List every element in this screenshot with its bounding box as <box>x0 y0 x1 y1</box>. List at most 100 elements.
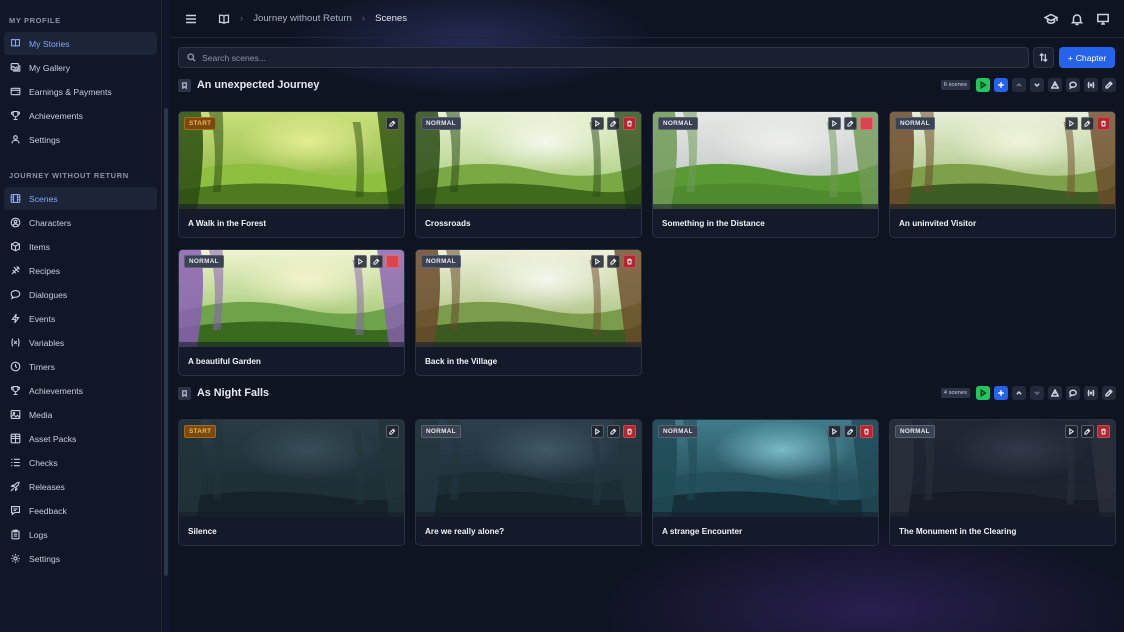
sidebar-item-items[interactable]: Items <box>4 235 157 258</box>
edit-scene-button[interactable] <box>607 425 620 438</box>
delete-scene-button[interactable] <box>860 425 873 438</box>
bookmark-icon[interactable] <box>178 386 191 400</box>
play-scene-button[interactable] <box>591 255 604 268</box>
breadcrumb-story[interactable]: Journey without Return <box>253 13 352 24</box>
scene-card[interactable]: NORMAL A strange Encounter <box>652 419 879 546</box>
sidebar-item-logs[interactable]: Logs <box>4 523 157 546</box>
play-scene-button[interactable] <box>591 117 604 130</box>
sidebar-item-events[interactable]: Events <box>4 307 157 330</box>
chevron-up-icon <box>1016 390 1022 395</box>
play-scene-button[interactable] <box>1065 425 1078 438</box>
sidebar-item-settings[interactable]: Settings <box>4 547 157 570</box>
variables-button[interactable] <box>1084 386 1098 400</box>
play-scene-button[interactable] <box>1065 117 1078 130</box>
scene-card[interactable]: NORMAL Crossroads <box>415 111 642 238</box>
edit-scene-button[interactable] <box>607 117 620 130</box>
sidebar-item-checks[interactable]: Checks <box>4 451 157 474</box>
scene-card[interactable]: NORMAL Back in the Village <box>415 249 642 376</box>
scene-card-actions <box>1065 117 1110 130</box>
delete-scene-button[interactable] <box>623 117 636 130</box>
move-chapter-down-button[interactable] <box>1030 78 1044 92</box>
scene-card[interactable]: START Silence <box>178 419 405 546</box>
delete-scene-button[interactable] <box>860 117 873 130</box>
edit-scene-button[interactable] <box>1081 425 1094 438</box>
sidebar-item-settings[interactable]: Settings <box>4 128 157 151</box>
edit-scene-button[interactable] <box>844 117 857 130</box>
sidebar-item-variables[interactable]: Variables <box>4 331 157 354</box>
scene-card[interactable]: NORMAL Are we really alone? <box>415 419 642 546</box>
chapter-title[interactable]: An unexpected Journey <box>197 79 319 91</box>
sidebar-item-label: Checks <box>29 457 58 468</box>
edit-scene-button[interactable] <box>1081 117 1094 130</box>
chapter-title[interactable]: As Night Falls <box>197 387 269 399</box>
sidebar-item-achievements[interactable]: Achievements <box>4 379 157 402</box>
bookmark-icon[interactable] <box>178 78 191 92</box>
scene-card[interactable]: NORMAL The Monument in the Clearing <box>889 419 1116 546</box>
sidebar-scrollbar-thumb[interactable] <box>164 108 168 576</box>
graduation-cap-icon[interactable] <box>1044 12 1058 26</box>
search-input[interactable]: Search scenes... <box>178 47 1029 68</box>
sort-button[interactable] <box>1033 47 1054 68</box>
warnings-button[interactable] <box>1048 386 1062 400</box>
monitor-icon[interactable] <box>1096 12 1110 26</box>
sidebar-item-feedback[interactable]: Feedback <box>4 499 157 522</box>
delete-scene-button[interactable] <box>623 425 636 438</box>
scene-card[interactable]: START A Walk in the Forest <box>178 111 405 238</box>
play-scene-button[interactable] <box>591 425 604 438</box>
sidebar-item-earnings-payments[interactable]: Earnings & Payments <box>4 80 157 103</box>
hamburger-menu-icon[interactable] <box>184 12 198 26</box>
delete-scene-button[interactable] <box>623 255 636 268</box>
variables-button[interactable] <box>1084 78 1098 92</box>
plus-icon: + <box>1067 52 1073 63</box>
pencil-icon <box>1105 389 1113 397</box>
gear-icon <box>11 554 20 563</box>
box-icon <box>11 241 20 252</box>
image-icon <box>10 410 21 419</box>
sidebar-item-asset-packs[interactable]: Asset Packs <box>4 427 157 450</box>
open-book-icon[interactable] <box>218 13 230 25</box>
play-scene-button[interactable] <box>828 425 841 438</box>
edit-chapter-button[interactable] <box>1102 386 1116 400</box>
sidebar-item-releases[interactable]: Releases <box>4 475 157 498</box>
edit-scene-button[interactable] <box>844 425 857 438</box>
edit-scene-button[interactable] <box>370 255 383 268</box>
sidebar-item-my-stories[interactable]: My Stories <box>4 32 157 55</box>
move-chapter-up-button[interactable] <box>1012 78 1026 92</box>
play-scene-button[interactable] <box>828 117 841 130</box>
sidebar-item-achievements[interactable]: Achievements <box>4 104 157 127</box>
edit-chapter-button[interactable] <box>1102 78 1116 92</box>
sidebar-item-recipes[interactable]: Recipes <box>4 259 157 282</box>
move-chapter-down-button[interactable] <box>1030 386 1044 400</box>
sidebar-item-dialogues[interactable]: Dialogues <box>4 283 157 306</box>
play-chapter-button[interactable] <box>976 386 990 400</box>
sidebar-item-label: My Gallery <box>29 62 71 73</box>
sidebar-item-scenes[interactable]: Scenes <box>4 187 157 210</box>
delete-scene-button[interactable] <box>1097 117 1110 130</box>
play-scene-button[interactable] <box>354 255 367 268</box>
edit-scene-button[interactable] <box>386 425 399 438</box>
bell-icon[interactable] <box>1070 12 1084 26</box>
play-icon <box>980 389 987 397</box>
add-scene-button[interactable] <box>994 386 1008 400</box>
delete-scene-button[interactable] <box>1097 425 1110 438</box>
play-chapter-button[interactable] <box>976 78 990 92</box>
add-chapter-button[interactable]: + Chapter <box>1059 47 1115 68</box>
comments-button[interactable] <box>1066 78 1080 92</box>
sidebar-item-timers[interactable]: Timers <box>4 355 157 378</box>
scene-card-actions <box>1065 425 1110 438</box>
sidebar-item-characters[interactable]: Characters <box>4 211 157 234</box>
delete-scene-button[interactable] <box>386 255 399 268</box>
scene-card[interactable]: NORMAL A beautiful Garden <box>178 249 405 376</box>
warnings-button[interactable] <box>1048 78 1062 92</box>
sidebar-item-media[interactable]: Media <box>4 403 157 426</box>
scene-card[interactable]: NORMAL An uninvited Visitor <box>889 111 1116 238</box>
scene-card[interactable]: NORMAL Something in the Distance <box>652 111 879 238</box>
move-chapter-up-button[interactable] <box>1012 386 1026 400</box>
comments-button[interactable] <box>1066 386 1080 400</box>
edit-scene-button[interactable] <box>386 117 399 130</box>
add-scene-button[interactable] <box>994 78 1008 92</box>
sidebar-item-label: Characters <box>29 217 72 228</box>
play-icon <box>1069 120 1075 127</box>
sidebar-item-my-gallery[interactable]: My Gallery <box>4 56 157 79</box>
edit-scene-button[interactable] <box>607 255 620 268</box>
